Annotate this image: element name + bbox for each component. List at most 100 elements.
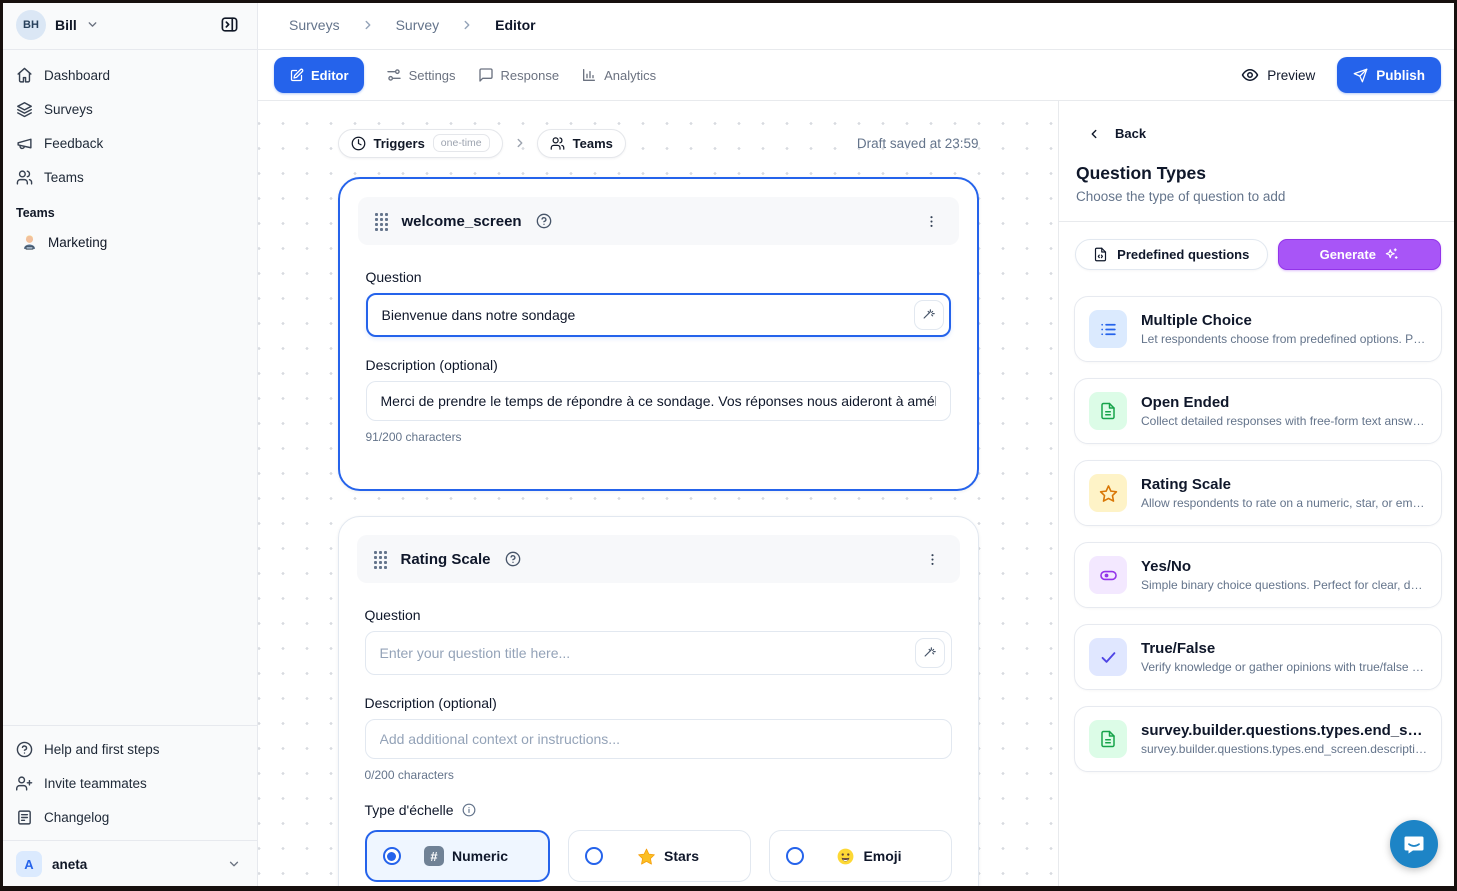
card-title: welcome_screen	[402, 213, 522, 230]
question-label: Question	[366, 269, 951, 285]
char-count: 0/200 characters	[365, 768, 952, 782]
ai-rewrite-button[interactable]	[914, 300, 944, 330]
sidebar-item-invite[interactable]: Invite teammates	[0, 766, 257, 800]
help-circle-icon[interactable]	[505, 551, 521, 567]
breadcrumb: Surveys Survey Editor	[289, 17, 536, 33]
teams-pill[interactable]: Teams	[537, 129, 626, 158]
question-type-list: Multiple Choice Let respondents choose f…	[1059, 270, 1457, 772]
sidebar-item-team-marketing[interactable]: Marketing	[0, 224, 257, 260]
description-label: Description (optional)	[365, 695, 952, 711]
tab-label: Analytics	[604, 68, 656, 83]
toggle-icon	[1099, 566, 1118, 585]
editor-toolbar: Editor Settings Response Analytics Previ…	[258, 50, 1457, 101]
tab-settings[interactable]: Settings	[386, 67, 456, 83]
drag-handle-icon[interactable]	[373, 550, 387, 569]
tab-editor[interactable]: Editor	[274, 57, 364, 93]
user-plus-icon	[16, 775, 33, 792]
description-input[interactable]	[366, 381, 951, 421]
scale-type-label: Type d'échelle	[365, 802, 952, 818]
hash-keycap-emoji: #	[424, 846, 444, 866]
sidebar-item-feedback[interactable]: Feedback	[0, 126, 257, 160]
question-type-true-false[interactable]: True/False Verify knowledge or gather op…	[1074, 624, 1442, 690]
welcome-screen-card[interactable]: welcome_screen Question Description (opt	[338, 177, 979, 491]
chat-launcher-button[interactable]	[1390, 820, 1438, 868]
publish-button[interactable]: Publish	[1337, 57, 1441, 93]
help-circle-icon[interactable]	[536, 213, 552, 229]
scale-option-label: Stars	[664, 848, 699, 864]
magic-wand-icon	[921, 308, 936, 323]
sidebar-header: BH Bill	[0, 0, 257, 50]
newspaper-icon	[16, 809, 33, 826]
card-menu-button[interactable]	[920, 210, 943, 233]
card-menu-button[interactable]	[921, 548, 944, 571]
collapse-sidebar-button[interactable]	[216, 11, 243, 38]
triggers-pill[interactable]: Triggers one-time	[338, 129, 503, 158]
tab-response[interactable]: Response	[478, 67, 560, 83]
description-label: Description (optional)	[366, 357, 951, 373]
user-menu[interactable]: A aneta	[0, 840, 257, 891]
predefined-questions-button[interactable]: Predefined questions	[1075, 239, 1268, 270]
question-input[interactable]	[365, 631, 952, 675]
breadcrumb-bar: Surveys Survey Editor	[258, 0, 1457, 50]
back-button[interactable]: Back	[1059, 101, 1163, 141]
chat-bubble-icon	[1402, 832, 1426, 856]
megaphone-icon	[16, 135, 33, 152]
breadcrumb-editor: Editor	[495, 17, 535, 33]
users-icon	[550, 136, 565, 151]
panel-title: Question Types	[1076, 163, 1440, 184]
sidebar-item-dashboard[interactable]: Dashboard	[0, 58, 257, 92]
chevron-right-icon	[513, 136, 527, 150]
chevron-right-icon	[361, 18, 375, 32]
question-type-description: survey.builder.questions.types.end_scree…	[1141, 742, 1427, 756]
panel-subtitle: Choose the type of question to add	[1076, 189, 1440, 204]
scale-option-emoji[interactable]: Emoji	[769, 830, 952, 882]
question-input[interactable]	[366, 293, 951, 337]
question-type-title: Rating Scale	[1141, 476, 1427, 493]
question-type-yes-no[interactable]: Yes/No Simple binary choice questions. P…	[1074, 542, 1442, 608]
sidebar-spacer	[0, 260, 257, 725]
description-input[interactable]	[365, 719, 952, 759]
file-code-icon	[1093, 247, 1108, 262]
sidebar-item-changelog[interactable]: Changelog	[0, 800, 257, 834]
teams-section-label: Teams	[0, 194, 257, 224]
info-icon	[462, 803, 476, 817]
predefined-questions-label: Predefined questions	[1117, 247, 1249, 262]
sidebar-nav: Dashboard Surveys Feedback Teams	[0, 50, 257, 194]
generate-label: Generate	[1320, 247, 1376, 262]
user-name: aneta	[52, 857, 87, 872]
sidebar: BH Bill Dashboard Surveys Feedback	[0, 0, 258, 891]
question-type-multiple-choice[interactable]: Multiple Choice Let respondents choose f…	[1074, 296, 1442, 362]
question-type-description: Let respondents choose from predefined o…	[1141, 332, 1427, 346]
question-type-rating-scale[interactable]: Rating Scale Allow respondents to rate o…	[1074, 460, 1442, 526]
char-count: 91/200 characters	[366, 430, 951, 444]
tab-analytics[interactable]: Analytics	[581, 67, 656, 83]
sidebar-item-teams[interactable]: Teams	[0, 160, 257, 194]
sidebar-item-help[interactable]: Help and first steps	[0, 732, 257, 766]
breadcrumb-survey[interactable]: Survey	[396, 17, 440, 33]
back-label: Back	[1115, 126, 1146, 141]
scale-type-label-text: Type d'échelle	[365, 802, 454, 818]
sliders-icon	[386, 67, 402, 83]
question-type-end-screen[interactable]: survey.builder.questions.types.end_scr..…	[1074, 706, 1442, 772]
question-type-description: Collect detailed responses with free-for…	[1141, 414, 1427, 428]
tab-label: Editor	[311, 68, 349, 83]
message-square-icon	[478, 67, 494, 83]
rating-scale-card[interactable]: Rating Scale Question Description (optio	[338, 516, 979, 891]
ai-rewrite-button[interactable]	[915, 638, 945, 668]
user-avatar: A	[16, 851, 42, 877]
radio-selected	[383, 847, 401, 865]
breadcrumb-surveys[interactable]: Surveys	[289, 17, 340, 33]
generate-button[interactable]: Generate	[1278, 239, 1441, 270]
kebab-icon	[924, 214, 939, 229]
question-type-title: Open Ended	[1141, 394, 1427, 411]
question-type-open-ended[interactable]: Open Ended Collect detailed responses wi…	[1074, 378, 1442, 444]
scale-option-numeric[interactable]: # Numeric	[365, 830, 550, 882]
sidebar-item-surveys[interactable]: Surveys	[0, 92, 257, 126]
star-icon	[1099, 484, 1118, 503]
workspace-switcher[interactable]: BH Bill	[16, 10, 99, 40]
question-type-description: Verify knowledge or gather opinions with…	[1141, 660, 1427, 674]
drag-handle-icon[interactable]	[374, 212, 388, 231]
scale-option-label: Emoji	[863, 848, 901, 864]
preview-button[interactable]: Preview	[1241, 66, 1315, 84]
scale-option-stars[interactable]: Stars	[568, 830, 751, 882]
